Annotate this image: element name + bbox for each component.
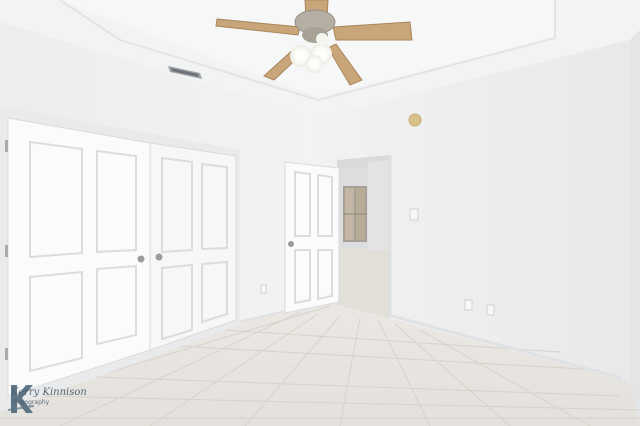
smoke-detector <box>408 113 422 127</box>
hallway-window <box>343 186 367 242</box>
closet-knob-left[interactable] <box>137 255 145 263</box>
fan-light <box>305 55 323 73</box>
light-switch[interactable] <box>409 208 419 221</box>
closet-knob-right[interactable] <box>155 253 163 261</box>
door-knob[interactable] <box>288 241 294 247</box>
room-photo: Kerry Kinnison Photography <box>0 0 640 426</box>
photographer-watermark: Kerry Kinnison Photography <box>8 383 118 419</box>
right-corner-wall <box>630 30 640 426</box>
wall-outlet-1 <box>464 299 473 311</box>
room-illustration <box>0 0 640 426</box>
wall-outlet-3 <box>260 284 267 294</box>
watermark-logo-icon <box>8 385 34 413</box>
bedroom-door[interactable] <box>284 161 340 314</box>
wall-outlet-2 <box>486 304 495 316</box>
doorway <box>337 155 392 318</box>
